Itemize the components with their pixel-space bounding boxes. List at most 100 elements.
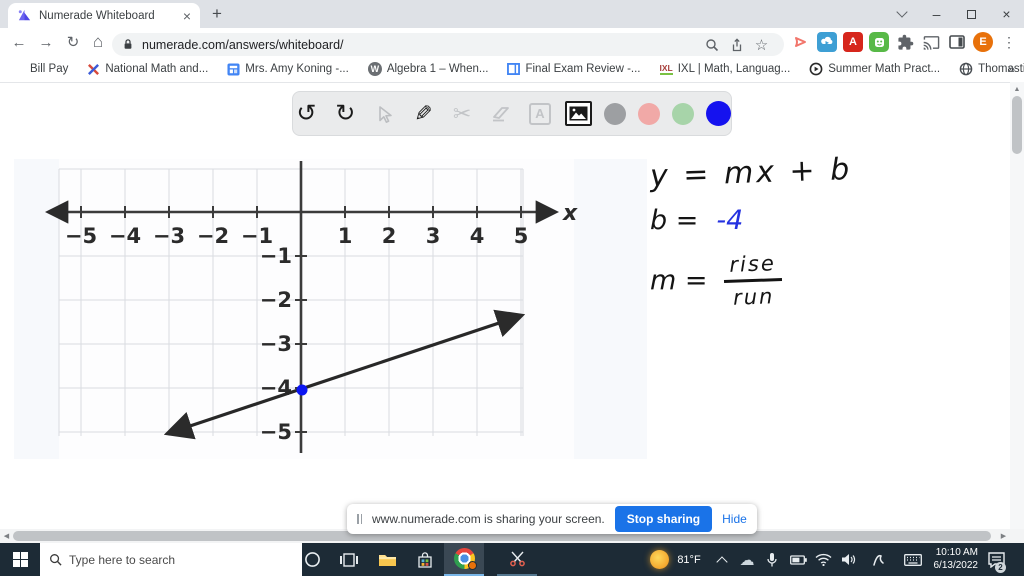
search-icon [50, 554, 62, 566]
file-explorer-button[interactable] [369, 543, 405, 576]
eraser-tool-icon[interactable] [488, 100, 515, 127]
vertical-scrollbar[interactable]: ▲ ▼ [1010, 82, 1024, 543]
bookmark-summer-math[interactable]: Summer Math Pract... [809, 62, 940, 76]
svg-text:5: 5 [514, 224, 529, 248]
extensions-puzzle-icon[interactable] [895, 32, 915, 52]
tab-search-chevron-icon[interactable] [884, 0, 919, 28]
banner-drag-handle[interactable] [357, 514, 362, 524]
taskbar-chrome-button-active[interactable] [444, 543, 484, 576]
color-swatch-blue-selected[interactable] [706, 101, 732, 126]
start-button[interactable] [0, 543, 40, 576]
bookmark-national-math[interactable]: National Math and... [87, 63, 208, 76]
cortana-button[interactable] [294, 543, 330, 576]
profile-avatar[interactable]: E [973, 32, 993, 52]
graph-image: −5 −4 −3 −2 −1 1 2 3 4 5 −1 −2 −3 −4 −5 … [14, 159, 647, 459]
speaker-icon[interactable] [836, 543, 860, 576]
window-close-button[interactable]: × [989, 0, 1024, 28]
whiteboard-canvas[interactable]: ↺ ↻ ✎ ✂ A −5 −4 −3 −2 −1 1 2 3 4 5 −1 −2… [0, 82, 1024, 529]
color-swatch-red[interactable] [638, 102, 661, 125]
pen-icon[interactable] [866, 543, 890, 576]
taskbar-clock[interactable]: 10:10 AM 6/13/2022 [918, 543, 979, 576]
microsoft-store-button[interactable] [407, 543, 443, 576]
adobe-acrobat-extension-icon[interactable]: A [843, 32, 863, 52]
taskbar-search[interactable] [40, 543, 302, 576]
cloud-camera-extension-icon[interactable] [817, 32, 837, 52]
ixl-logo-icon: IXL [659, 63, 673, 75]
svg-text:−2: −2 [197, 224, 229, 248]
globe-icon [959, 62, 973, 76]
forward-icon[interactable]: → [34, 31, 58, 53]
scroll-right-icon[interactable]: ▶ [997, 529, 1010, 543]
task-view-button[interactable] [331, 543, 367, 576]
bookmark-amy-koning[interactable]: Mrs. Amy Koning -... [227, 62, 349, 76]
share-icon[interactable] [724, 37, 749, 52]
select-cursor-icon[interactable] [371, 100, 398, 127]
scrollbar-corner [1010, 529, 1024, 543]
svg-text:−5: −5 [260, 420, 292, 444]
windows-logo-icon [12, 552, 28, 567]
scroll-up-icon[interactable]: ▲ [1010, 84, 1024, 94]
zoom-page-icon[interactable] [699, 38, 724, 52]
stop-sharing-button[interactable]: Stop sharing [614, 506, 713, 532]
y-intercept-point [296, 384, 308, 396]
url-text[interactable]: numerade.com/answers/whiteboard/ [142, 38, 699, 52]
new-tab-button[interactable]: + [206, 4, 228, 24]
screen: Numerade Whiteboard × + – × ← → ↻ ⌂ nume… [0, 0, 1024, 576]
lock-icon [124, 39, 132, 49]
bookmark-algebra1[interactable]: W Algebra 1 – When... [367, 62, 488, 76]
home-icon[interactable]: ⌂ [86, 31, 110, 53]
bookmark-star-icon[interactable]: ☆ [749, 36, 774, 54]
tab-close-icon[interactable]: × [183, 9, 191, 23]
folder-icon [378, 555, 396, 566]
wordpress-icon: W [367, 62, 382, 76]
browser-titlebar: Numerade Whiteboard × + – × [0, 0, 1024, 28]
scissors-icon [509, 551, 525, 567]
text-tool-icon[interactable]: A [526, 100, 553, 127]
undo-icon[interactable]: ↺ [293, 100, 320, 127]
bookmark-bill-pay[interactable]: Bill Pay [30, 63, 68, 75]
image-tool-icon-selected[interactable] [565, 100, 593, 127]
weather-sun-icon[interactable] [648, 543, 670, 576]
bookmark-ixl[interactable]: IXL IXL | Math, Languag... [659, 63, 790, 75]
back-icon[interactable]: ← [7, 31, 31, 53]
scissors-tool-icon[interactable]: ✂ [449, 100, 476, 127]
store-icon [418, 551, 432, 568]
scroll-left-icon[interactable]: ◀ [0, 529, 13, 543]
pen-tool-icon[interactable]: ✎ [410, 100, 437, 127]
color-swatch-gray[interactable] [604, 102, 627, 125]
blue-frame-icon [507, 63, 521, 75]
microphone-icon[interactable] [760, 543, 784, 576]
whiteboard-toolbar: ↺ ↻ ✎ ✂ A [292, 91, 732, 136]
svg-text:−3: −3 [260, 332, 292, 356]
bookmarks-overflow-icon[interactable]: » [1007, 60, 1015, 76]
color-swatch-green[interactable] [672, 102, 695, 125]
cast-icon[interactable] [921, 32, 941, 52]
power-battery-icon[interactable] [786, 543, 810, 576]
window-restore-button[interactable] [954, 0, 989, 28]
vertical-scroll-thumb[interactable] [1012, 96, 1022, 154]
browser-menu-icon[interactable]: ⋮ [999, 32, 1019, 52]
tray-expand-chevron-icon[interactable] [710, 543, 734, 576]
hide-banner-link[interactable]: Hide [722, 512, 747, 526]
taskbar-snip-tool-button[interactable] [497, 543, 537, 576]
green-avatar-extension-icon[interactable] [869, 32, 889, 52]
weather-temperature[interactable]: 81°F [671, 543, 707, 576]
window-minimize-button[interactable]: – [919, 0, 954, 28]
onedrive-cloud-icon[interactable]: ☁ [735, 543, 759, 576]
svg-text:−4: −4 [109, 224, 141, 248]
search-input[interactable] [69, 552, 269, 567]
bookmark-final-exam[interactable]: Final Exam Review -... [507, 63, 641, 75]
svg-text:−2: −2 [260, 288, 292, 312]
play-circle-icon [809, 62, 823, 76]
taskbar: 81°F ☁ 10:10 AM 6/13/2022 [0, 543, 1024, 576]
task-view-icon [340, 552, 358, 567]
redo-icon[interactable]: ↻ [332, 100, 359, 127]
wifi-icon[interactable] [811, 543, 835, 576]
browser-tab[interactable]: Numerade Whiteboard × [8, 3, 200, 28]
screencastify-extension-icon[interactable] [791, 32, 811, 52]
address-bar[interactable]: numerade.com/answers/whiteboard/ ☆ [112, 33, 784, 56]
side-panel-icon[interactable] [947, 32, 967, 52]
reload-icon[interactable]: ↻ [61, 31, 85, 53]
svg-text:x: x [562, 201, 578, 226]
numerade-favicon [18, 9, 31, 21]
